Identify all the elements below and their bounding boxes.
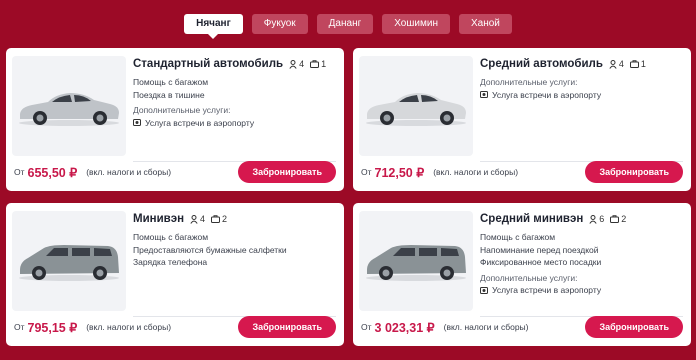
suitcase-icon: [211, 215, 221, 223]
feature-item: Напоминание перед поездкой: [480, 244, 599, 255]
book-button[interactable]: Забронировать: [585, 161, 683, 183]
feature-item: Предоставляются бумажные салфетки: [133, 244, 287, 255]
passenger-count: 6: [589, 214, 604, 224]
car-card-minivan: Минивэн 4 2 Помощь с багажом Предоставля…: [6, 203, 344, 346]
price-from-label: От: [14, 322, 25, 332]
price-from-label: От: [14, 167, 25, 177]
price: 712,50 ₽: [374, 165, 425, 180]
suitcase-icon: [629, 60, 639, 68]
feature-item: Фиксированное место посадки: [480, 257, 602, 267]
car-card-medium-minivan: Средний минивэн 6 2 Помощь с багажом Нап…: [353, 203, 691, 346]
tax-note: (вкл. налоги и сборы): [86, 167, 172, 177]
meet-greet-icon: [480, 91, 488, 99]
sedan-icon: [366, 93, 466, 126]
luggage-count: 2: [211, 214, 227, 224]
minivan-icon: [366, 245, 466, 281]
tab-da-nang[interactable]: Дананг: [316, 14, 374, 34]
book-button[interactable]: Забронировать: [585, 316, 683, 338]
suitcase-icon: [610, 215, 620, 223]
car-image: [359, 56, 473, 156]
car-card-medium: Средний автомобиль 4 1 Дополнительные ус…: [353, 48, 691, 191]
car-image: [12, 56, 126, 156]
extra-service: Услуга встречи в аэропорту: [133, 117, 336, 130]
price-from-label: От: [361, 322, 372, 332]
price: 795,15 ₽: [27, 320, 78, 335]
feature-item: Помощь с багажом: [133, 77, 209, 87]
suitcase-icon: [310, 60, 320, 68]
person-icon: [190, 214, 198, 224]
tax-note: (вкл. налоги и сборы): [443, 322, 529, 332]
extras-label: Дополнительные услуги:: [480, 77, 578, 87]
extra-service: Услуга встречи в аэропорту: [480, 284, 683, 297]
meet-greet-icon: [133, 119, 141, 127]
feature-item: Зарядка телефона: [133, 257, 208, 267]
tax-note: (вкл. налоги и сборы): [86, 322, 172, 332]
car-image: [12, 211, 126, 311]
luggage-count: 2: [610, 214, 626, 224]
price-from-label: От: [361, 167, 372, 177]
car-title: Средний автомобиль: [480, 58, 603, 70]
feature-item: Помощь с багажом: [133, 232, 209, 242]
extras-label: Дополнительные услуги:: [480, 272, 578, 283]
city-tabs: Нячанг Фукуок Дананг Хошимин Ханой: [0, 14, 696, 39]
person-icon: [609, 59, 617, 69]
book-button[interactable]: Забронировать: [238, 161, 336, 183]
tax-note: (вкл. налоги и сборы): [433, 167, 519, 177]
feature-item: Помощь с багажом: [480, 232, 556, 242]
car-card-standard: Стандартный автомобиль 4 1 Помощь с бага…: [6, 48, 344, 191]
passenger-count: 4: [289, 59, 304, 69]
car-title: Средний минивэн: [480, 213, 584, 225]
price: 3 023,31 ₽: [374, 320, 435, 335]
extra-service: Услуга встречи в аэропорту: [480, 89, 683, 102]
passenger-count: 4: [190, 214, 205, 224]
feature-item: Поездка в тишине: [133, 89, 205, 100]
tab-ho-chi-minh[interactable]: Хошимин: [382, 14, 450, 34]
luggage-count: 1: [629, 59, 646, 69]
book-button[interactable]: Забронировать: [238, 316, 336, 338]
car-title: Минивэн: [133, 213, 185, 225]
car-title: Стандартный автомобиль: [133, 58, 284, 70]
person-icon: [589, 214, 597, 224]
tab-hanoi[interactable]: Ханой: [458, 14, 512, 34]
tab-phu-quoc[interactable]: Фукуок: [251, 14, 308, 34]
luggage-count: 1: [310, 59, 326, 69]
tab-nha-trang[interactable]: Нячанг: [184, 14, 243, 39]
minivan-icon: [19, 245, 119, 281]
person-icon: [289, 59, 297, 69]
passenger-count: 4: [609, 59, 624, 69]
car-image: [359, 211, 473, 311]
extras-label: Дополнительные услуги:: [133, 105, 231, 115]
sedan-icon: [19, 93, 119, 126]
meet-greet-icon: [480, 286, 488, 294]
price: 655,50 ₽: [27, 165, 78, 180]
